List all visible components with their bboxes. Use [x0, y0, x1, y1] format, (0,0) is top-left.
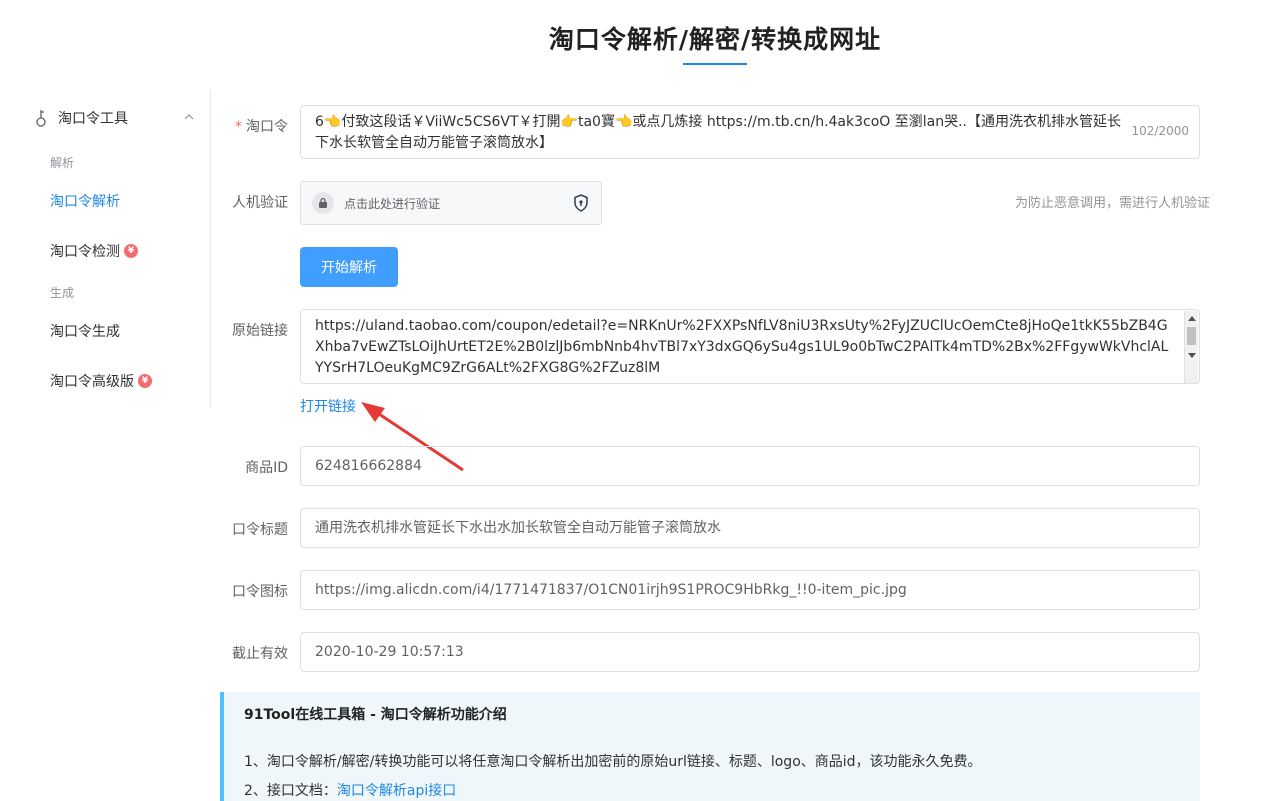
paid-badge: ¥ [124, 244, 138, 258]
key-icon [36, 110, 46, 127]
sidebar-item-label: 淘口令生成 [50, 324, 120, 340]
textarea-scrollbar[interactable] [1184, 311, 1198, 383]
start-parse-button[interactable]: 开始解析 [300, 247, 398, 287]
scroll-thumb[interactable] [1187, 327, 1196, 345]
info-title: 91Tool在线工具箱 - 淘口令解析功能介绍 [244, 707, 507, 723]
sidebar-item-generate[interactable]: 淘口令生成 [50, 321, 120, 341]
sidebar-item-label: 淘口令解析 [50, 194, 120, 210]
page-title: 淘口令解析/解密/转换成网址 [548, 25, 882, 54]
code-label: * 淘口令 [235, 119, 288, 135]
sidebar-item-label: 淘口令高级版 [50, 374, 134, 390]
chevron-up-icon [184, 114, 194, 120]
item-id-label: 商品ID [245, 460, 288, 476]
sidebar-item-advanced[interactable]: 淘口令高级版 ¥ [50, 371, 152, 391]
code-value: 6👈付致这段话￥ViiWc5CS6VT￥打開👉ta0寶👈或点几炼接 https:… [315, 114, 1122, 151]
item-id-field[interactable]: 624816662884 [300, 446, 1200, 486]
sidebar-item-label: 淘口令检测 [50, 244, 120, 260]
origin-label: 原始链接 [232, 323, 288, 339]
sidebar: 淘口令工具 解析 淘口令解析 淘口令检测 ¥ 生成 淘口令生成 淘口令高级版 ¥ [22, 90, 211, 408]
expire-field[interactable]: 2020-10-29 10:57:13 [300, 632, 1200, 672]
title-underline [683, 63, 747, 65]
char-counter: 102/2000 [1131, 124, 1190, 138]
captcha-box[interactable]: 点击此处进行验证 [300, 181, 602, 225]
sidebar-section-parse: 解析 [50, 156, 75, 170]
info-line-1: 1、淘口令解析/解密/转换功能可以将任意淘口令解析出加密前的原始url链接、标题… [244, 754, 982, 770]
open-link[interactable]: 打开链接 [300, 396, 356, 416]
scroll-down-arrow-icon[interactable] [1188, 353, 1196, 358]
origin-value: https://uland.taobao.com/coupon/edetail?… [315, 318, 1169, 376]
paid-badge: ¥ [138, 374, 152, 388]
code-textarea[interactable]: 6👈付致这段话￥ViiWc5CS6VT￥打開👉ta0寶👈或点几炼接 https:… [300, 105, 1200, 159]
api-doc-link[interactable]: 淘口令解析api接口 [337, 783, 456, 799]
sidebar-section-generate: 生成 [50, 286, 75, 300]
info-box: 91Tool在线工具箱 - 淘口令解析功能介绍 1、淘口令解析/解密/转换功能可… [220, 692, 1200, 801]
icon-label: 口令图标 [232, 584, 288, 600]
lock-icon [312, 192, 334, 214]
info-line-2-prefix: 2、接口文档： [244, 783, 337, 799]
sidebar-group-label: 淘口令工具 [58, 111, 128, 127]
title-label: 口令标题 [232, 522, 288, 538]
scroll-up-arrow-icon[interactable] [1188, 316, 1196, 321]
captcha-text: 点击此处进行验证 [344, 196, 441, 211]
title-field[interactable]: 通用洗衣机排水管延长下水出水加长软管全自动万能管子滚筒放水 [300, 508, 1200, 548]
expire-label: 截止有效 [232, 646, 288, 662]
origin-textarea[interactable]: https://uland.taobao.com/coupon/edetail?… [300, 309, 1200, 384]
info-line-2: 2、接口文档：淘口令解析api接口 [244, 780, 456, 800]
captcha-label: 人机验证 [232, 195, 288, 211]
captcha-note: 为防止恶意调用，需进行人机验证 [1014, 196, 1210, 211]
required-mark: * [235, 119, 242, 135]
sidebar-group-taokouling-tools[interactable]: 淘口令工具 [34, 108, 194, 128]
icon-url-field[interactable]: https://img.alicdn.com/i4/1771471837/O1C… [300, 570, 1200, 610]
sidebar-item-parse[interactable]: 淘口令解析 [50, 191, 120, 211]
sidebar-item-check[interactable]: 淘口令检测 ¥ [50, 241, 138, 261]
shield-icon [574, 194, 588, 212]
